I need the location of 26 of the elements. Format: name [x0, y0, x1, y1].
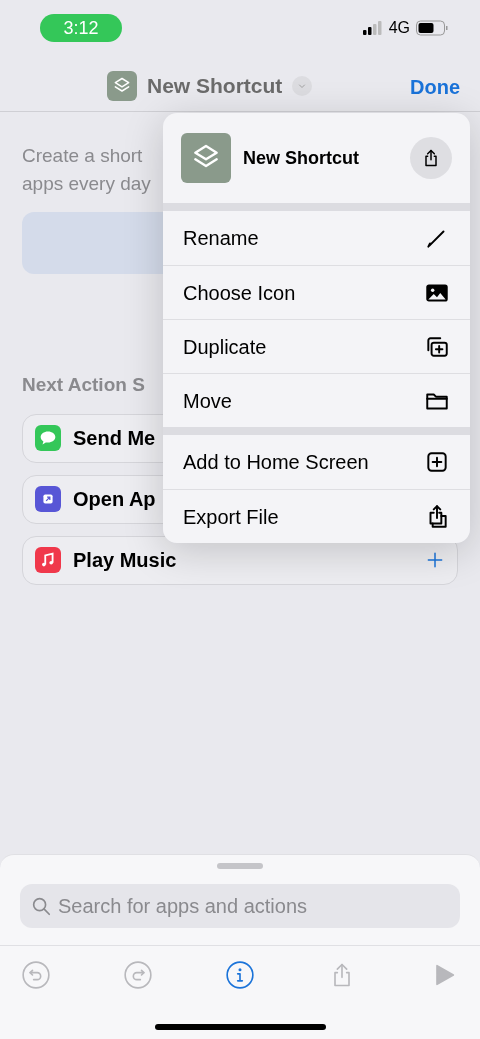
- suggestion-label: Send Me: [73, 426, 157, 451]
- menu-item[interactable]: Move: [163, 373, 470, 427]
- menu-item[interactable]: Choose Icon: [163, 265, 470, 319]
- section-title: Next Action S: [22, 373, 145, 397]
- search-icon: [30, 895, 52, 917]
- intro-text: apps every day: [22, 172, 151, 196]
- info-button[interactable]: [226, 960, 254, 989]
- nav-title[interactable]: New Shortcut: [147, 70, 283, 102]
- battery-icon: [416, 20, 448, 36]
- add-square-icon: [424, 449, 450, 475]
- grabber-handle[interactable]: [217, 863, 263, 869]
- intro-text: Create a short: [22, 144, 143, 168]
- search-field[interactable]: Search for apps and actions: [20, 884, 460, 928]
- menu-item[interactable]: Duplicate: [163, 319, 470, 373]
- menu-item[interactable]: Rename: [163, 211, 470, 265]
- suggestion-label: Play Music: [73, 548, 178, 573]
- time-pill: 3:12: [40, 14, 122, 42]
- done-button[interactable]: Done: [410, 72, 460, 102]
- suggestion-label: Open Ap: [73, 487, 157, 512]
- signal-icon: [362, 21, 383, 35]
- menu-item[interactable]: Add to Home Screen: [163, 435, 470, 489]
- menu-title: New Shortcut: [243, 146, 360, 170]
- share-button[interactable]: [410, 137, 452, 179]
- menu-item[interactable]: Export File: [163, 489, 470, 543]
- network-label: 4G: [388, 18, 410, 38]
- chevron-down-icon[interactable]: [292, 75, 313, 96]
